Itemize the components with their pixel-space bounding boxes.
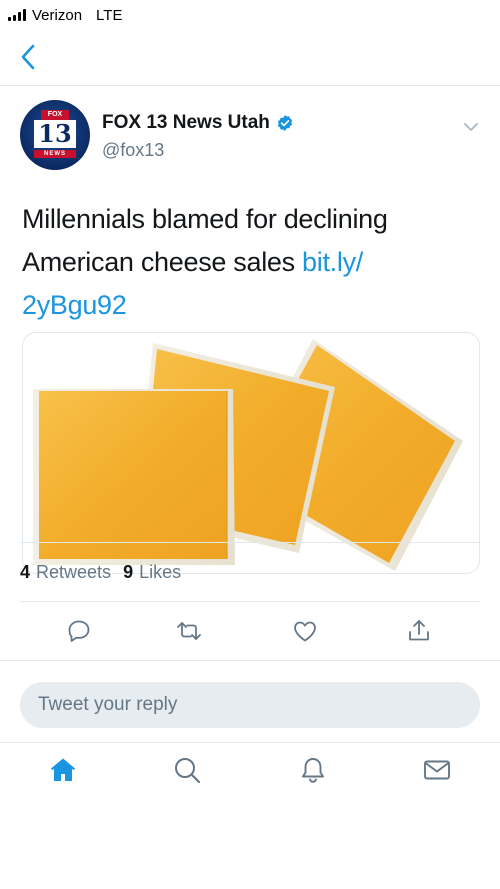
carrier-label: Verizon: [32, 6, 83, 24]
reply-input[interactable]: Tweet your reply: [20, 682, 480, 728]
reply-placeholder: Tweet your reply: [38, 694, 178, 715]
likes-count[interactable]: 9: [123, 562, 133, 583]
nav-bar: [0, 30, 500, 86]
verified-badge-icon: [277, 115, 293, 131]
chevron-down-icon[interactable]: [462, 118, 480, 136]
search-icon[interactable]: [172, 755, 202, 785]
avatar[interactable]: FOX 13 NEWS: [20, 100, 90, 170]
notifications-icon[interactable]: [298, 755, 328, 785]
like-icon[interactable]: [292, 618, 318, 644]
likes-label[interactable]: Likes: [139, 562, 181, 583]
cheese-slices-image: [33, 339, 463, 571]
tab-bar: [0, 742, 500, 889]
avatar-number: 13: [34, 120, 76, 148]
tweet-link-part-2: 2yBgu92: [22, 290, 127, 320]
status-bar: Verizon LTE: [0, 0, 500, 30]
divider: [0, 660, 500, 672]
retweets-count[interactable]: 4: [20, 562, 30, 583]
display-name[interactable]: FOX 13 News Utah: [102, 112, 270, 134]
chevron-left-icon: [21, 44, 35, 70]
tweet-actions: [0, 602, 500, 660]
tweet-stats: 4 Retweets 9 Likes: [20, 542, 480, 602]
messages-icon[interactable]: [422, 755, 452, 785]
retweet-icon[interactable]: [176, 618, 202, 644]
media-image[interactable]: [22, 332, 480, 574]
avatar-bottom-label: NEWS: [34, 150, 76, 158]
tweet-link-part-1: bit.ly/: [302, 247, 363, 277]
author-info[interactable]: FOX 13 News Utah @fox13: [102, 112, 294, 161]
signal-strength-icon: [8, 9, 26, 21]
share-icon[interactable]: [406, 618, 432, 644]
retweets-label[interactable]: Retweets: [36, 562, 111, 583]
back-button[interactable]: [14, 40, 42, 74]
reply-icon[interactable]: [66, 618, 92, 644]
home-icon[interactable]: [48, 755, 78, 785]
network-label: LTE: [96, 6, 123, 24]
handle[interactable]: @fox13: [102, 140, 294, 161]
tweet-text: Millennials blamed for declining America…: [22, 198, 482, 327]
